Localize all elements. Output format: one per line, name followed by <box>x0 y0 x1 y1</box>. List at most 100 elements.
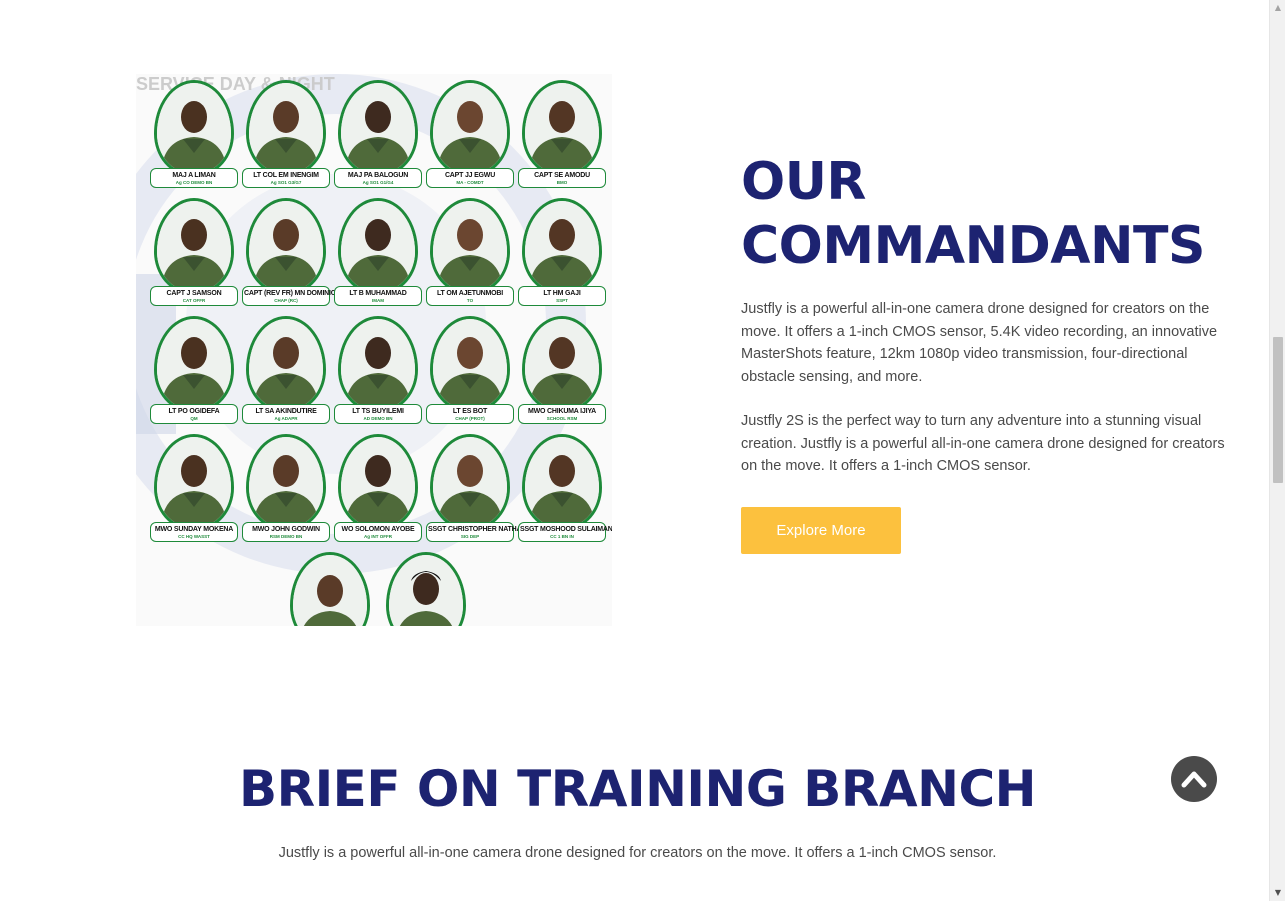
officer-photo <box>246 198 326 294</box>
officer-role: CHAP (RC) <box>274 298 298 303</box>
officer-name-tag: LT SA AKINDUTIRE Ag ADAPR <box>242 404 330 424</box>
officer-role: AD DEMO BN <box>363 416 393 421</box>
officer-name: SSGT MOSHOOD SULAIMAN <box>520 526 612 533</box>
brief-paragraph: Justfly is a powerful all-in-one camera … <box>278 845 997 861</box>
officer-name: MAJ PA BALOGUN <box>347 172 409 179</box>
officer-name-tag: LT OM AJETUNMOBI TO <box>426 286 514 306</box>
officer-card: MAJ A LIMAN Ag CO DEMO BN <box>148 80 240 188</box>
officer-card: CAPT SE AMODU BMO <box>516 80 608 188</box>
officer-photo <box>290 552 370 626</box>
officer-photo <box>338 316 418 412</box>
title-line-2: COMMANDANTS <box>741 216 1205 276</box>
officer-name-tag: LT PO OGIDEFA QM <box>150 404 238 424</box>
officer-name: CAPT (REV FR) MN DOMINIC <box>244 290 336 297</box>
officer-photo <box>522 316 602 412</box>
officer-role: CAT OFFR <box>182 298 206 303</box>
officer-card: LT SA AKINDUTIRE Ag ADAPR <box>240 316 332 424</box>
officer-name-tag: SSGT CHRISTOPHER NATHANIEL SIG DEP <box>426 522 537 542</box>
officer-card: LT OM AJETUNMOBI TO <box>424 198 516 306</box>
officer-role: IMAM <box>372 298 384 303</box>
officer-name: CAPT JJ EGWU <box>444 172 496 179</box>
officer-name-tag: LT HM GAJI SSPT <box>518 286 606 306</box>
officer-photo <box>338 80 418 176</box>
officer-card <box>380 552 472 626</box>
officer-photo <box>430 434 510 530</box>
officer-name: LT ES BOT <box>452 408 488 415</box>
chevron-up-icon <box>1181 771 1207 788</box>
officer-name: LT COL EM INENGIM <box>253 172 319 179</box>
officer-name: MAJ A LIMAN <box>172 172 216 179</box>
officer-card: MAJ PA BALOGUN Ag SO1 G1/G4 <box>332 80 424 188</box>
officer-name-tag: MWO JOHN GODWIN RSM DEMO BN <box>242 522 330 542</box>
officer-card: LT PO OGIDEFA QM <box>148 316 240 424</box>
officer-role: Ag SO1 G3/G7 <box>270 180 302 185</box>
officer-role: Ag ADAPR <box>274 416 298 421</box>
officer-name: CAPT J SAMSON <box>166 290 222 297</box>
officer-card: MWO CHIKUMA IJIYA SCHOOL RSM <box>516 316 608 424</box>
officer-photo <box>430 316 510 412</box>
officer-name: LT HM GAJI <box>543 290 581 297</box>
officer-photo <box>338 434 418 530</box>
officer-name-tag: MWO CHIKUMA IJIYA SCHOOL RSM <box>518 404 606 424</box>
officer-card: CAPT J SAMSON CAT OFFR <box>148 198 240 306</box>
commandants-paragraph-1: Justfly is a powerful all-in-one camera … <box>741 301 1218 385</box>
officer-name-tag: CAPT J SAMSON CAT OFFR <box>150 286 238 306</box>
officer-name-tag: MWO SUNDAY MOKENA CC HQ WASST <box>150 522 238 542</box>
officer-role: Ag CO DEMO BN <box>175 180 213 185</box>
officer-name: MWO JOHN GODWIN <box>252 526 320 533</box>
officer-card: LT TS BUYILEMI AD DEMO BN <box>332 316 424 424</box>
back-to-top-button[interactable] <box>1171 756 1217 802</box>
officer-photo <box>430 198 510 294</box>
officer-photo <box>430 80 510 176</box>
officer-role: Ag INT OFFR <box>364 534 392 539</box>
officer-name-tag: CAPT (REV FR) MN DOMINIC CHAP (RC) <box>242 286 336 306</box>
officer-name: LT TS BUYILEMI <box>352 408 404 415</box>
officer-photo <box>246 434 326 530</box>
officer-card: MWO SUNDAY MOKENA CC HQ WASST <box>148 434 240 542</box>
officer-name: LT SA AKINDUTIRE <box>255 408 317 415</box>
title-line-1: OUR <box>741 152 866 212</box>
officer-role: CHAP (PROT) <box>455 416 485 421</box>
officer-role: QM <box>190 416 198 421</box>
officer-name: LT PO OGIDEFA <box>168 408 220 415</box>
officer-name: WO SOLOMON AYOBE <box>341 526 415 533</box>
officer-photo <box>522 198 602 294</box>
officer-name: MWO SUNDAY MOKENA <box>154 526 234 533</box>
officer-role: TO <box>466 298 474 303</box>
officer-role: CC HQ WASST <box>178 534 210 539</box>
commandants-title: OUR COMMANDANTS <box>741 150 1241 278</box>
officer-card: LT COL EM INENGIM Ag SO1 G3/G7 <box>240 80 332 188</box>
officer-card: SSGT CHRISTOPHER NATHANIEL SIG DEP <box>424 434 537 542</box>
officer-card: CAPT (REV FR) MN DOMINIC CHAP (RC) <box>240 198 336 306</box>
officer-role: SIG DEP <box>460 534 480 539</box>
officer-name-tag: WO SOLOMON AYOBE Ag INT OFFR <box>334 522 422 542</box>
officer-role: BMO <box>556 180 568 185</box>
scroll-thumb[interactable] <box>1273 337 1283 483</box>
officer-role: CC 1 BN IN <box>550 534 574 539</box>
officer-name-tag: LT ES BOT CHAP (PROT) <box>426 404 514 424</box>
officer-role: SCHOOL RSM <box>546 416 578 421</box>
officer-name-tag: LT B MUHAMMAD IMAM <box>334 286 422 306</box>
scroll-down-arrow-icon[interactable]: ▼ <box>1270 885 1285 901</box>
officer-name: LT B MUHAMMAD <box>349 290 407 297</box>
officer-photo <box>154 198 234 294</box>
officer-name-tag: LT COL EM INENGIM Ag SO1 G3/G7 <box>242 168 330 188</box>
page-scrollbar[interactable]: ▲ ▼ <box>1269 0 1285 901</box>
officer-photo <box>154 316 234 412</box>
officer-card: SSGT MOSHOOD SULAIMAN CC 1 BN IN <box>516 434 612 542</box>
officer-name: LT OM AJETUNMOBI <box>436 290 504 297</box>
officer-card: LT ES BOT CHAP (PROT) <box>424 316 516 424</box>
officer-name-tag: SSGT MOSHOOD SULAIMAN CC 1 BN IN <box>518 522 612 542</box>
officer-role: RSM DEMO BN <box>269 534 303 539</box>
officer-card: WO SOLOMON AYOBE Ag INT OFFR <box>332 434 424 542</box>
officer-name-tag: MAJ PA BALOGUN Ag SO1 G1/G4 <box>334 168 422 188</box>
officer-role: Ag SO1 G1/G4 <box>362 180 394 185</box>
officer-name: MWO CHIKUMA IJIYA <box>527 408 597 415</box>
brief-title: BRIEF ON TRAINING BRANCH <box>238 760 1037 818</box>
officer-name-tag: CAPT SE AMODU BMO <box>518 168 606 188</box>
explore-more-button[interactable]: Explore More <box>741 507 901 554</box>
officer-photo <box>154 434 234 530</box>
scroll-up-arrow-icon[interactable]: ▲ <box>1270 0 1285 16</box>
officer-name-tag: LT TS BUYILEMI AD DEMO BN <box>334 404 422 424</box>
officer-photo <box>522 434 602 530</box>
